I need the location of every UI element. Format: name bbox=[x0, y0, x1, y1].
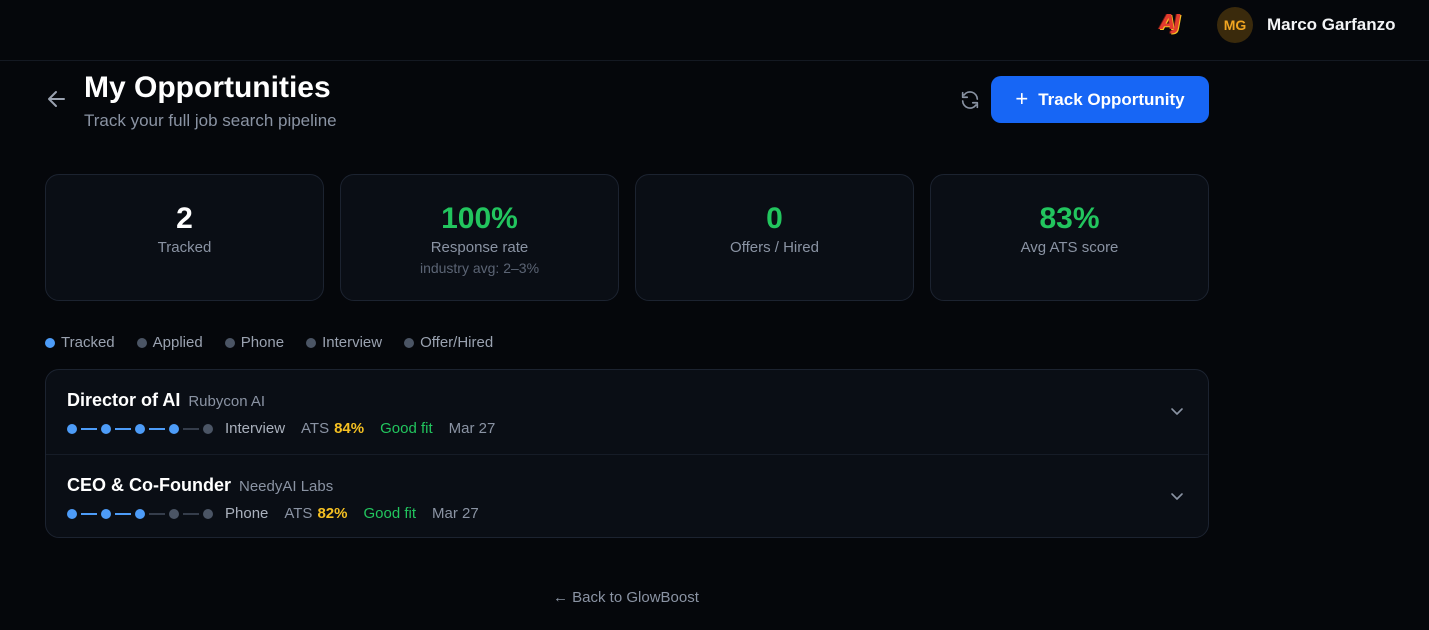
stat-card-offers: 0 Offers / Hired bbox=[635, 174, 914, 301]
opportunity-row[interactable]: CEO & Co-Founder NeedyAI Labs Phone ATS 8… bbox=[46, 454, 1208, 538]
ats-label: ATS bbox=[301, 420, 330, 437]
pipeline-dot bbox=[203, 508, 213, 519]
legend-dot bbox=[136, 337, 147, 348]
opportunity-title: CEO & Co-Founder bbox=[67, 475, 231, 495]
legend-dot bbox=[45, 337, 55, 348]
fit-badge: Good fit bbox=[380, 420, 433, 437]
pipeline-dot bbox=[101, 423, 111, 434]
ats-score: 84% bbox=[334, 420, 365, 437]
user-name[interactable]: Marco Garfanzo bbox=[1267, 15, 1395, 35]
ats-score: 82% bbox=[317, 505, 348, 522]
pipeline-dot bbox=[169, 508, 179, 519]
stat-label: Avg ATS score bbox=[1020, 239, 1119, 256]
stat-card-ats-score: 83% Avg ATS score bbox=[930, 174, 1209, 301]
ats-label: ATS bbox=[284, 505, 313, 522]
stat-card-response-rate: 100% Response rate industry avg: 2–3% bbox=[340, 174, 619, 301]
chevron-down-icon[interactable] bbox=[1170, 491, 1184, 501]
pipeline-connector bbox=[81, 427, 97, 430]
pipeline-dot bbox=[169, 423, 179, 434]
brand-logo[interactable]: AJ bbox=[1160, 10, 1192, 38]
stat-label: Response rate bbox=[430, 239, 529, 256]
stat-value: 2 bbox=[176, 202, 193, 235]
legend-item-applied: Applied bbox=[136, 334, 203, 351]
pipeline-dot bbox=[67, 508, 77, 519]
opportunity-list: Director of AI Rubycon AI Interview ATS 8… bbox=[45, 369, 1209, 538]
chevron-down-icon[interactable] bbox=[1170, 406, 1184, 416]
stat-label: Tracked bbox=[157, 239, 212, 256]
stat-note: industry avg: 2–3% bbox=[419, 260, 540, 276]
plus-icon: + bbox=[1015, 85, 1029, 111]
avatar[interactable]: MG bbox=[1217, 7, 1253, 43]
legend-item-offer: Offer/Hired bbox=[404, 334, 493, 351]
pipeline-connector bbox=[81, 512, 97, 515]
pipeline-dot bbox=[135, 423, 145, 434]
legend-dot bbox=[404, 337, 415, 348]
page-subtitle: Track your full job search pipeline bbox=[84, 111, 337, 130]
stat-card-tracked: 2 Tracked bbox=[45, 174, 324, 301]
pipeline-connector bbox=[115, 512, 131, 515]
pipeline-dot bbox=[67, 423, 77, 434]
stat-value: 100% bbox=[441, 202, 518, 235]
pipeline-connector bbox=[183, 512, 199, 515]
opportunity-title: Director of AI bbox=[67, 390, 181, 410]
stat-value: 83% bbox=[1039, 202, 1100, 235]
pipeline-progress bbox=[67, 508, 213, 519]
page-title: My Opportunities bbox=[84, 71, 331, 104]
track-opportunity-button[interactable]: + Track Opportunity bbox=[991, 76, 1209, 123]
back-to-glowboost-link[interactable]: ← Back to GlowBoost bbox=[553, 589, 699, 606]
back-arrow-icon[interactable] bbox=[46, 89, 68, 109]
pipeline-progress bbox=[67, 423, 213, 434]
legend-item-tracked: Tracked bbox=[45, 334, 115, 351]
legend-dot bbox=[224, 337, 235, 348]
opportunity-company: Rubycon AI bbox=[188, 393, 266, 410]
pipeline-legend: Tracked Applied Phone Interview Offer/Hi… bbox=[45, 334, 493, 351]
opportunity-date: Mar 27 bbox=[432, 505, 479, 522]
pipeline-dot bbox=[101, 508, 111, 519]
pipeline-dot bbox=[203, 423, 213, 434]
stat-label: Offers / Hired bbox=[730, 239, 819, 256]
fit-badge: Good fit bbox=[363, 505, 416, 522]
opportunity-stage: Phone bbox=[225, 505, 269, 522]
opportunity-stage: Interview bbox=[225, 420, 286, 437]
top-bar: AJ MG Marco Garfanzo bbox=[0, 0, 1429, 61]
pipeline-connector bbox=[115, 427, 131, 430]
pipeline-dot bbox=[135, 508, 145, 519]
legend-dot bbox=[306, 337, 317, 348]
legend-item-phone: Phone bbox=[224, 334, 284, 351]
legend-item-interview: Interview bbox=[306, 334, 382, 351]
stat-value: 0 bbox=[766, 202, 783, 235]
opportunity-date: Mar 27 bbox=[448, 420, 496, 437]
pipeline-connector bbox=[149, 427, 165, 430]
refresh-icon[interactable] bbox=[959, 89, 981, 111]
opportunity-company: NeedyAI Labs bbox=[239, 478, 334, 495]
opportunity-row[interactable]: Director of AI Rubycon AI Interview ATS 8… bbox=[46, 370, 1208, 454]
pipeline-connector bbox=[183, 427, 199, 430]
pipeline-connector bbox=[149, 512, 165, 515]
track-opportunity-label: Track Opportunity bbox=[1038, 89, 1185, 109]
